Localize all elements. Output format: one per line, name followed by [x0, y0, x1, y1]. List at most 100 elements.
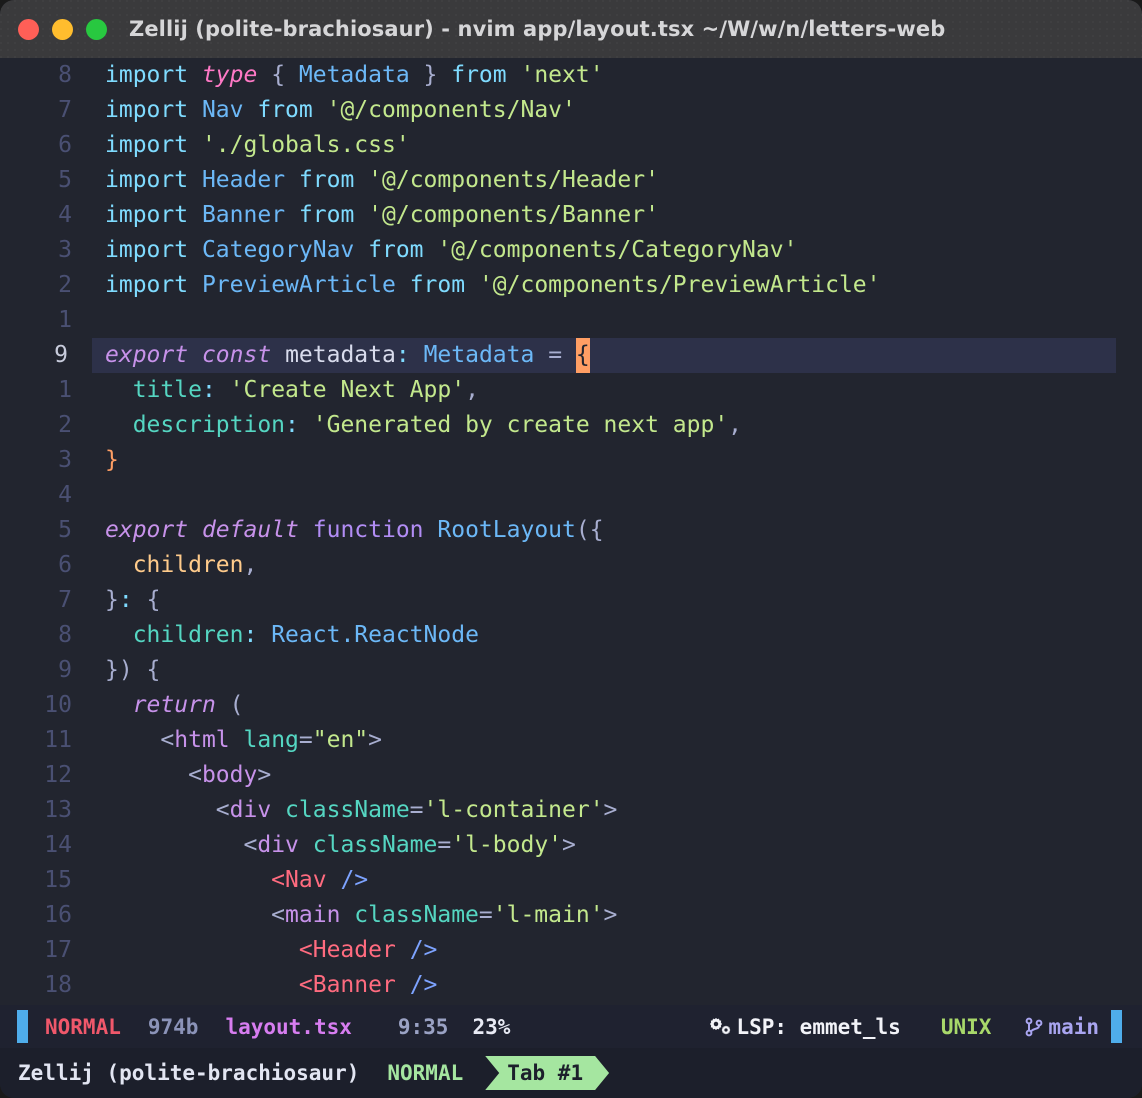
line-number: 18 — [44, 972, 72, 998]
line-number: 5 — [58, 167, 72, 193]
token-from: from — [298, 202, 355, 228]
line-content: import Banner from '@/components/Banner' — [105, 198, 659, 233]
token-Header-component: Header — [312, 937, 396, 963]
line-number: 4 — [58, 482, 72, 508]
code-line: 6 children, — [0, 548, 1142, 583]
token-from: from — [257, 97, 313, 123]
statusline-fileformat: UNIX — [940, 1014, 992, 1039]
token-default: default — [201, 517, 299, 543]
token-lang-value: "en" — [312, 727, 369, 753]
token-description-value: 'Generated by create next app' — [312, 412, 729, 438]
token-title-value: 'Create Next App' — [229, 377, 466, 403]
token-import: import — [105, 272, 189, 298]
token-export: export — [105, 342, 189, 368]
code-line: 4 import Banner from '@/components/Banne… — [0, 198, 1142, 233]
line-number: 2 — [58, 272, 72, 298]
close-button[interactable] — [18, 18, 39, 40]
token-children-param: children — [132, 552, 244, 578]
code-line: 16 <main className='l-main'> — [0, 898, 1142, 933]
nvim-editor-pane[interactable]: 8 import type { Metadata } from 'next' 7… — [0, 58, 1142, 1005]
line-number: 14 — [44, 832, 72, 858]
token-l-container-value: 'l-container' — [423, 797, 604, 823]
statusline-git-branch[interactable]: main — [1023, 1015, 1099, 1039]
code-line: 15 <Nav /> — [0, 863, 1142, 898]
line-content: return ( — [132, 692, 244, 718]
line-content: <Banner /> — [298, 972, 438, 998]
terminal-window: Zellij (polite-brachiosaur) - nvim app/l… — [0, 0, 1142, 1098]
code-line: 3 } — [0, 443, 1142, 478]
line-number: 8 — [58, 62, 72, 88]
line-number: 13 — [44, 797, 72, 823]
line-content: children: React.ReactNode — [132, 622, 479, 648]
statusline-right-bar — [1111, 1010, 1122, 1043]
line-content: children, — [132, 552, 258, 578]
token-Banner: Banner — [201, 202, 286, 228]
token-Banner-component: Banner — [312, 972, 396, 998]
line-number: 7 — [58, 587, 72, 613]
line-content: import CategoryNav from '@/components/Ca… — [105, 233, 797, 268]
token-from: from — [451, 62, 507, 88]
line-number: 2 — [58, 412, 72, 438]
line-number: 9 — [58, 657, 72, 683]
line-content: <div className='l-body'> — [243, 832, 576, 858]
token-function: function — [312, 517, 424, 543]
code-line: 7 import Nav from '@/components/Nav' — [0, 93, 1142, 128]
code-line: 14 <div className='l-body'> — [0, 828, 1142, 863]
token-l-main-value: 'l-main' — [492, 902, 604, 928]
line-content: <body> — [188, 762, 272, 788]
line-content: } — [105, 443, 119, 478]
minimize-button[interactable] — [52, 18, 73, 40]
line-content: <div className='l-container'> — [215, 797, 618, 823]
token-from: from — [368, 237, 424, 263]
line-content: import type { Metadata } from 'next' — [105, 62, 604, 88]
code-line: 7 }: { — [0, 583, 1142, 618]
line-number: 12 — [44, 762, 72, 788]
line-number: 4 — [58, 202, 72, 228]
token-div-tag: div — [257, 832, 299, 858]
token-import: import — [105, 202, 189, 228]
code-line: 8 import type { Metadata } from 'next' — [0, 58, 1142, 93]
token-html-tag: html — [174, 727, 230, 753]
code-line: 2 import PreviewArticle from '@/componen… — [0, 268, 1142, 303]
code-line: 1 — [0, 303, 1142, 338]
statusline-filename: layout.tsx — [225, 1014, 352, 1039]
line-number: 7 — [58, 97, 72, 123]
line-content: import PreviewArticle from '@/components… — [105, 268, 881, 303]
line-number: 15 — [44, 867, 72, 893]
token-title-key: title — [132, 377, 202, 403]
line-content: }) { — [105, 657, 161, 683]
window-title: Zellij (polite-brachiosaur) - nvim app/l… — [129, 17, 946, 41]
line-content: <Header /> — [298, 937, 438, 963]
token-Header: Header — [201, 167, 286, 193]
token-PreviewArticle: PreviewArticle — [201, 272, 396, 298]
matching-brace: } — [105, 447, 119, 473]
token-next-string: 'next' — [520, 62, 604, 88]
code-line: 8 children: React.ReactNode — [0, 618, 1142, 653]
line-number: 17 — [44, 937, 72, 963]
line-content: <Nav /> — [271, 867, 369, 893]
mode-indicator-bar — [17, 1010, 28, 1043]
code-line: 13 <div className='l-container'> — [0, 793, 1142, 828]
zellij-tab-1[interactable]: Tab #1 — [485, 1056, 609, 1090]
maximize-button[interactable] — [86, 18, 107, 40]
token-from: from — [298, 167, 355, 193]
line-content: import Nav from '@/components/Nav' — [105, 93, 576, 128]
token-metadata: metadata — [285, 342, 396, 368]
token-body-tag: body — [201, 762, 258, 788]
token-div-tag: div — [229, 797, 272, 823]
token-from: from — [409, 272, 466, 298]
statusline-mode: NORMAL — [45, 1014, 121, 1039]
token-children-key: children — [132, 622, 244, 648]
code-line: 4 — [0, 478, 1142, 513]
token-export: export — [105, 517, 189, 543]
line-content: title: 'Create Next App', — [132, 377, 479, 403]
token-import: import — [105, 132, 189, 158]
statusline-lsp[interactable]: LSP: emmet_ls — [709, 1015, 901, 1039]
line-number: 8 — [58, 622, 72, 648]
token-globals-string: './globals.css' — [201, 132, 410, 158]
token-const: const — [201, 342, 272, 368]
token-lang-attr: lang — [243, 727, 299, 753]
token-Metadata-type: Metadata — [423, 342, 535, 368]
line-number: 16 — [44, 902, 72, 928]
window-title-bar[interactable]: Zellij (polite-brachiosaur) - nvim app/l… — [0, 0, 1142, 58]
